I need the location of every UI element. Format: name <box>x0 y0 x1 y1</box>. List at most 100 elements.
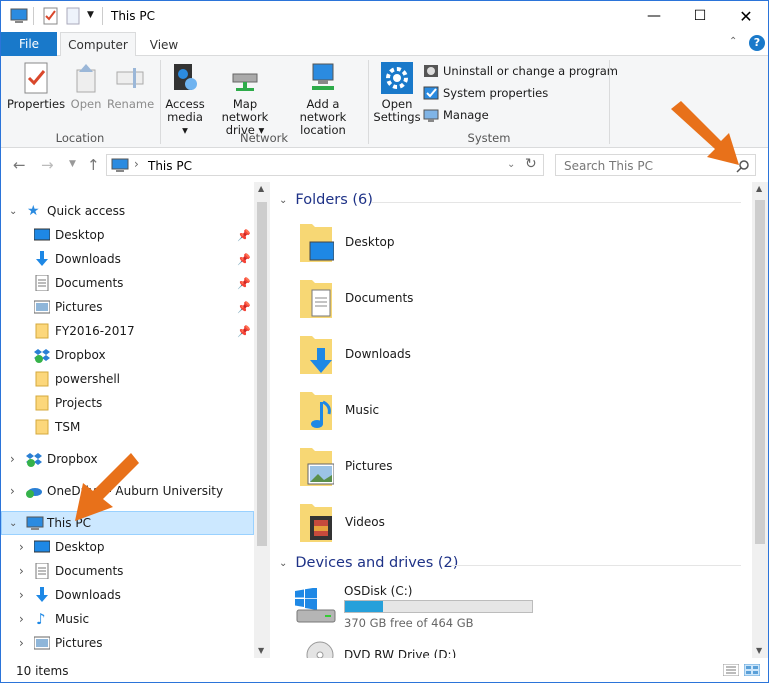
desktop-folder-icon <box>300 224 334 262</box>
collapsed-chevron-icon[interactable]: › <box>10 452 15 466</box>
collapsed-chevron-icon[interactable]: › <box>10 484 15 498</box>
status-bar: 10 items <box>1 658 768 682</box>
folder-pictures[interactable]: Pictures <box>298 442 393 490</box>
back-arrow-icon[interactable]: ← <box>13 156 26 174</box>
forward-arrow-icon[interactable]: → <box>41 156 54 174</box>
folder-icon <box>35 371 49 387</box>
tree-quick-access[interactable]: ⌄ ★ Quick access <box>1 199 254 223</box>
properties-icon <box>24 62 48 94</box>
folder-videos[interactable]: Videos <box>298 498 385 546</box>
tree-qa-powershell[interactable]: powershell <box>1 367 254 391</box>
tree-pc-downloads[interactable]: › Downloads <box>1 583 254 607</box>
pin-icon[interactable]: 📌 <box>237 301 251 314</box>
pin-icon[interactable]: 📌 <box>237 253 251 266</box>
tree-qa-desktop[interactable]: Desktop 📌 <box>1 223 254 247</box>
expanded-chevron-icon[interactable]: ⌄ <box>9 206 17 217</box>
collapsed-chevron-icon[interactable]: › <box>19 588 24 602</box>
documents-folder-icon <box>300 280 332 318</box>
scrollbar-thumb[interactable] <box>257 202 267 546</box>
expanded-chevron-icon[interactable]: ⌄ <box>9 518 17 529</box>
add-network-location-button[interactable]: Add a network location <box>282 62 364 137</box>
tree-pc-documents[interactable]: › Documents <box>1 559 254 583</box>
navigation-scrollbar[interactable]: ▲ ▼ <box>254 182 270 658</box>
folders-section-header[interactable]: ⌄ Folders (6) <box>279 192 373 208</box>
address-bar[interactable]: › This PC ⌄ ↻ <box>106 154 544 176</box>
collapsed-chevron-icon[interactable]: › <box>19 564 24 578</box>
map-drive-label-1: Map network <box>221 97 269 124</box>
tree-qa-fy2016[interactable]: FY2016-2017 📌 <box>1 319 254 343</box>
large-icons-view-icon[interactable] <box>744 664 760 676</box>
add-location-label-1: Add a network <box>299 97 347 124</box>
pc-pictures-label: Pictures <box>55 636 103 650</box>
dropbox-icon <box>34 349 50 363</box>
scroll-down-icon[interactable]: ▼ <box>258 646 264 655</box>
maximize-button[interactable]: ☐ <box>677 1 723 31</box>
expanded-chevron-icon[interactable]: ⌄ <box>279 195 287 206</box>
system-properties-icon <box>423 86 439 100</box>
tree-qa-pictures[interactable]: Pictures 📌 <box>1 295 254 319</box>
tree-qa-tsm[interactable]: TSM <box>1 415 254 439</box>
expanded-chevron-icon[interactable]: ⌄ <box>279 558 287 569</box>
breadcrumb-chevron-icon[interactable]: › <box>134 157 139 171</box>
tree-qa-downloads[interactable]: Downloads 📌 <box>1 247 254 271</box>
folder-music[interactable]: Music <box>298 386 379 434</box>
drive-d[interactable]: DVD RW Drive (D:) <box>293 638 553 658</box>
system-properties-button[interactable]: System properties <box>423 84 548 102</box>
uninstall-program-button[interactable]: Uninstall or change a program <box>423 62 618 80</box>
access-media-button[interactable]: Access media ▾ <box>163 62 207 137</box>
help-icon[interactable]: ? <box>749 35 765 51</box>
rename-button[interactable]: Rename <box>107 62 154 111</box>
up-arrow-icon[interactable]: ↑ <box>87 156 100 174</box>
refresh-icon[interactable]: ↻ <box>525 156 537 172</box>
folder-downloads[interactable]: Downloads <box>298 330 411 378</box>
close-button[interactable]: ✕ <box>723 1 769 31</box>
collapsed-chevron-icon[interactable]: › <box>19 636 24 650</box>
collapsed-chevron-icon[interactable]: › <box>19 540 24 554</box>
tree-qa-dropbox[interactable]: Dropbox <box>1 343 254 367</box>
group-system-label: System <box>467 131 511 145</box>
pictures-folder-icon <box>300 448 334 486</box>
tree-pc-pictures[interactable]: › Pictures <box>1 631 254 655</box>
collapsed-chevron-icon[interactable]: › <box>19 612 24 626</box>
address-dropdown-icon[interactable]: ⌄ <box>507 159 515 170</box>
videos-folder-icon <box>300 504 332 542</box>
star-icon: ★ <box>27 203 40 219</box>
drive-c[interactable]: OSDisk (C:) 370 GB free of 464 GB <box>293 582 553 630</box>
minimize-button[interactable]: — <box>631 1 677 31</box>
open-button[interactable]: Open <box>67 62 105 111</box>
manage-icon <box>423 109 439 122</box>
folder-desktop[interactable]: Desktop <box>298 218 395 266</box>
devices-section-header[interactable]: ⌄ Devices and drives (2) <box>279 555 458 571</box>
qa-downloads-label: Downloads <box>55 252 121 266</box>
recent-locations-icon[interactable]: ▼ <box>69 159 76 169</box>
properties-quick-icon[interactable] <box>42 7 60 25</box>
new-folder-quick-icon[interactable] <box>65 7 83 25</box>
tree-pc-desktop[interactable]: › Desktop <box>1 535 254 559</box>
scroll-up-icon[interactable]: ▲ <box>258 184 264 193</box>
tab-file[interactable]: File <box>1 32 57 56</box>
manage-button[interactable]: Manage <box>423 106 489 124</box>
map-network-drive-button[interactable]: Map network drive ▾ <box>208 62 282 137</box>
tab-computer[interactable]: Computer <box>60 32 136 57</box>
pin-icon[interactable]: 📌 <box>237 229 251 242</box>
details-view-icon[interactable] <box>723 664 739 676</box>
pin-icon[interactable]: 📌 <box>237 325 251 338</box>
tree-qa-projects[interactable]: Projects <box>1 391 254 415</box>
tree-qa-documents[interactable]: Documents 📌 <box>1 271 254 295</box>
scrollbar-thumb[interactable] <box>755 200 765 544</box>
properties-button[interactable]: Properties <box>5 62 67 111</box>
desktop-icon <box>34 540 50 553</box>
pin-icon[interactable]: 📌 <box>237 277 251 290</box>
onedrive-cloud-icon <box>26 488 42 498</box>
scroll-up-icon[interactable]: ▲ <box>756 184 762 193</box>
collapse-ribbon-icon[interactable]: ⌃ <box>729 36 737 47</box>
scroll-down-icon[interactable]: ▼ <box>756 646 762 655</box>
content-scrollbar[interactable]: ▲ ▼ <box>752 182 768 658</box>
open-settings-button[interactable]: Open Settings <box>373 62 421 124</box>
qa-pictures-label: Pictures <box>55 300 103 314</box>
tab-view[interactable]: View <box>141 32 187 57</box>
folder-documents[interactable]: Documents <box>298 274 413 322</box>
folder-pictures-label: Pictures <box>345 459 393 473</box>
content-pane: ⌄ Folders (6) Desktop Documents Download… <box>271 182 751 658</box>
tree-pc-music[interactable]: › ♪ Music <box>1 607 254 631</box>
